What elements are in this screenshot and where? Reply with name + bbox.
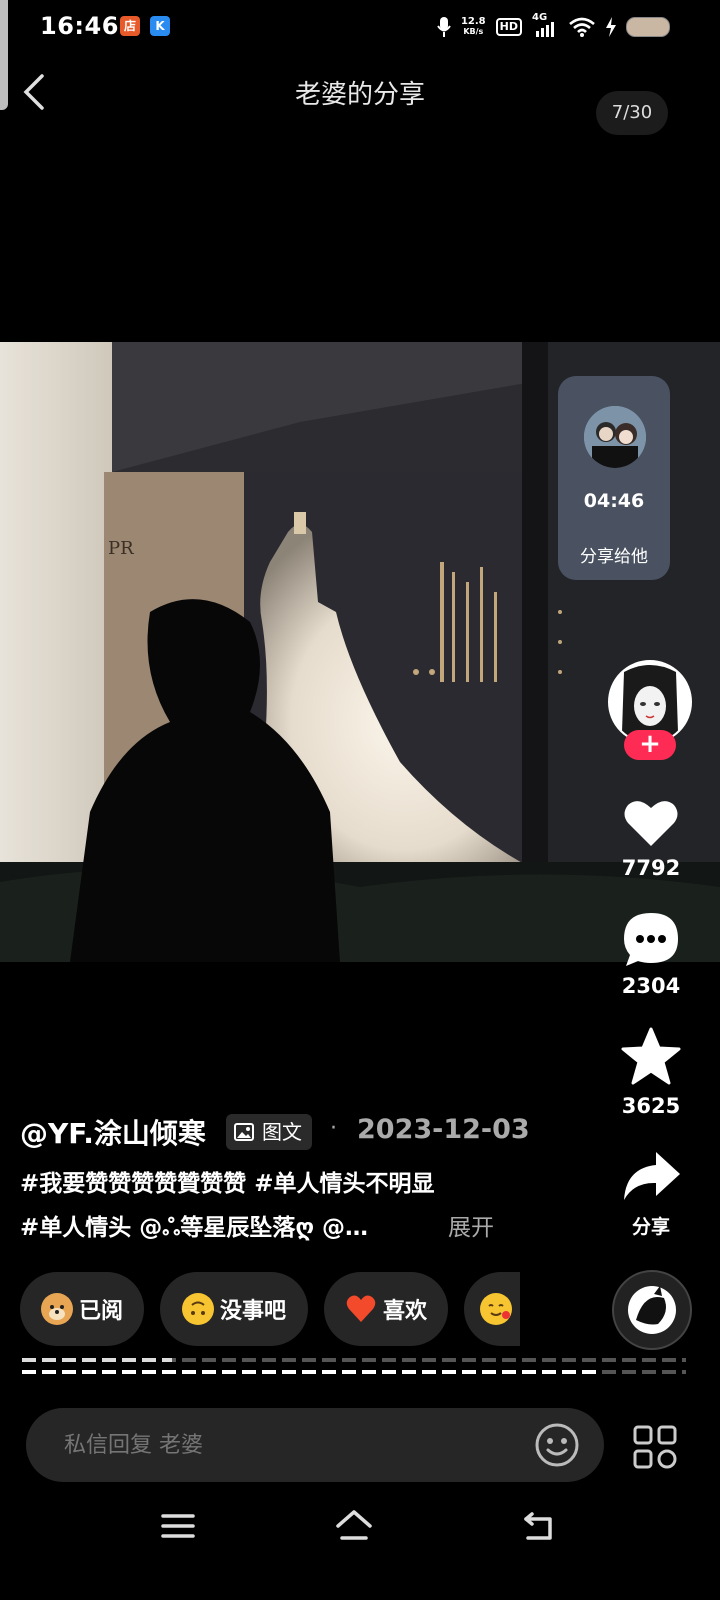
separator-dot: · <box>330 1116 337 1141</box>
status-time: 16:46 <box>40 12 119 40</box>
comment-bubble-icon <box>624 913 678 966</box>
wifi-icon <box>569 17 595 37</box>
store-app-icon: 店 <box>120 16 140 36</box>
network-speed: 12.8 KB/s <box>460 16 486 37</box>
smiley-icon <box>535 1423 579 1467</box>
quick-reply-are-you-ok[interactable]: 没事吧 <box>160 1272 308 1346</box>
cellular-signal-icon: 4G <box>532 12 558 38</box>
caption-hashtags-line-1[interactable]: #我要赞赞赞赞贊赞赞 #单人情头不明显 <box>20 1164 435 1198</box>
upside-down-face-emoji-icon <box>181 1293 214 1325</box>
heart-emoji-icon <box>345 1293 377 1325</box>
music-disc[interactable] <box>612 1270 692 1350</box>
share-arrow-icon <box>624 1152 680 1200</box>
doge-emoji-icon <box>40 1293 73 1325</box>
share-button[interactable] <box>620 1146 682 1208</box>
share-to-him-label: 分享给他 <box>580 547 648 567</box>
nav-home-button[interactable] <box>334 1506 374 1546</box>
smiling-hearts-emoji-icon <box>480 1293 512 1325</box>
image-progress-indicator <box>22 1356 686 1378</box>
quick-reply-read[interactable]: 已阅 <box>20 1272 144 1346</box>
post-type-badge: 图文 <box>226 1114 312 1150</box>
k-app-icon: K <box>150 16 170 36</box>
favorite-button[interactable] <box>620 1026 682 1088</box>
hd-indicator: HD <box>495 18 522 36</box>
expand-caption-link[interactable]: 展开 <box>448 1208 494 1242</box>
image-page-counter: 7/30 <box>596 91 668 135</box>
back-arrow-icon <box>524 1512 552 1540</box>
star-icon <box>621 1027 681 1085</box>
home-icon <box>336 1510 372 1540</box>
status-bar: 16:46 店 K 12.8 KB/s HD 4G <box>0 0 720 110</box>
heart-icon <box>624 801 678 846</box>
message-reply-bar <box>26 1408 604 1484</box>
like-count: 7792 <box>621 856 681 880</box>
music-disc-icon <box>628 1286 676 1334</box>
svg-text:PR: PR <box>108 538 134 559</box>
quick-reply-smiling-hearts[interactable] <box>464 1272 520 1346</box>
couple-avatar <box>584 406 646 468</box>
battery-icon <box>626 17 670 37</box>
share-time: 04:46 <box>583 490 645 512</box>
charging-bolt-icon <box>606 17 616 37</box>
more-options-button[interactable] <box>632 1424 678 1470</box>
image-icon <box>234 1123 254 1141</box>
message-reply-input[interactable] <box>62 1408 506 1484</box>
post-date: 2023-12-03 <box>357 1114 530 1145</box>
comment-count: 2304 <box>621 974 681 998</box>
share-to-him-card[interactable]: 04:46 分享给他 <box>558 376 670 580</box>
caption-hashtags-line-2[interactable]: #单人情头 @ஃ等星辰坠落ღ @… <box>20 1208 368 1244</box>
nav-back-button[interactable] <box>520 1506 560 1546</box>
follow-button[interactable]: + <box>624 730 676 760</box>
share-label: 分享 <box>631 1216 670 1238</box>
favorite-count: 3625 <box>621 1094 681 1118</box>
quick-reply-like[interactable]: 喜欢 <box>324 1272 448 1346</box>
grid-icon <box>633 1425 677 1469</box>
microphone-icon <box>437 17 451 37</box>
author-name[interactable]: @YF.涂山倾寒 <box>20 1112 206 1152</box>
menu-icon <box>161 1514 195 1538</box>
emoji-button[interactable] <box>534 1422 580 1468</box>
comment-button[interactable] <box>620 908 682 970</box>
nav-menu-button[interactable] <box>158 1506 198 1546</box>
status-indicators: 12.8 KB/s HD 4G <box>437 12 670 41</box>
like-button[interactable] <box>620 792 682 854</box>
